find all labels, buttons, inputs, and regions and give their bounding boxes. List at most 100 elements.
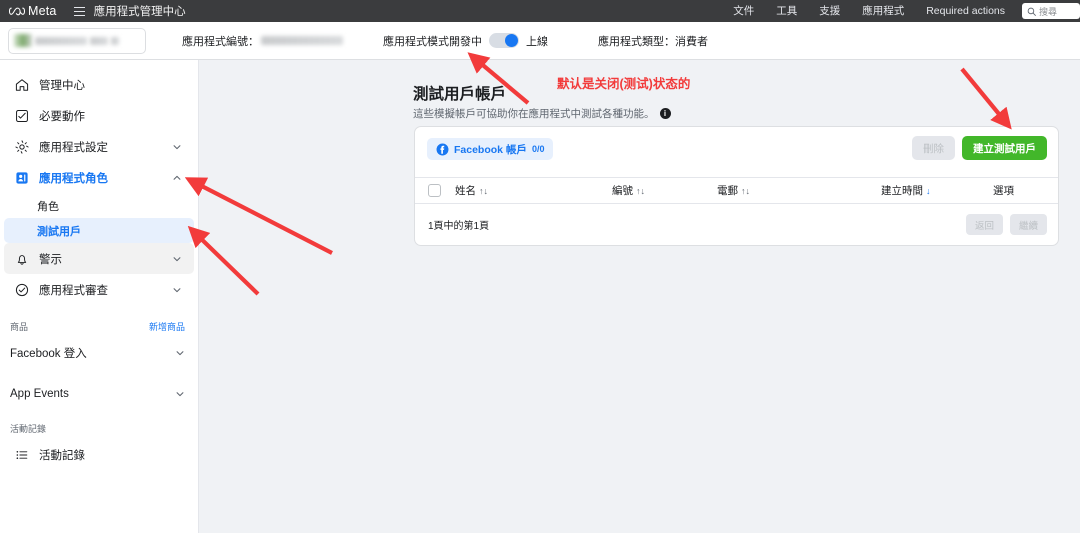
column-header-created[interactable]: 建立時間 ↓ [881,183,931,198]
home-icon [15,78,29,91]
sidebar-label-app-roles: 應用程式角色 [39,172,108,185]
card-footer: 1頁中的第1頁 返回 繼續 [415,204,1058,245]
facebook-icon [436,143,449,155]
previous-page-button[interactable]: 返回 [965,214,1003,235]
sidebar-item-app-roles[interactable]: 應用程式角色 [4,162,194,193]
shield-check-icon [15,283,29,296]
sidebar-item-app-events[interactable]: App Events [0,378,198,410]
column-label-options: 選項 [993,185,1014,197]
gear-icon [15,139,29,154]
sidebar-item-app-settings[interactable]: 應用程式設定 [4,131,194,162]
card-action-buttons: 刪除 建立測試用戶 [912,136,1047,160]
create-test-user-button[interactable]: 建立測試用戶 [962,136,1047,160]
sidebar-item-activity-log[interactable]: 活動記錄 [4,439,194,470]
top-nav-item-docs[interactable]: 文件 [722,0,765,22]
sidebar-subitem-roles[interactable]: 角色 [4,193,194,218]
sidebar-item-facebook-login[interactable]: Facebook 登入 [0,337,198,369]
sidebar-item-app-review[interactable]: 應用程式審查 [4,274,194,305]
app-mode-label: 應用程式模式開發中 [383,35,482,48]
meta-wordmark: Meta [28,4,57,18]
tab-facebook-label: Facebook 帳戶 [454,143,527,156]
hamburger-icon[interactable] [73,6,85,16]
sidebar-subitem-test-users[interactable]: 測試用戶 [4,218,194,243]
app-mode-toggle[interactable] [489,33,519,48]
sort-icon-name: ↑↓ [479,185,488,196]
sidebar-item-required-actions[interactable]: 必要動作 [4,100,194,131]
app-name-redacted [35,36,87,45]
app-mode-live-label: 上線 [526,35,548,48]
checklist-icon [16,109,28,122]
app-roles-icon [16,171,28,184]
app-type-group: 應用程式類型： 消費者 [598,33,708,49]
tab-facebook-accounts[interactable]: Facebook 帳戶 0/0 [427,138,554,160]
app-id-value-redacted [261,36,343,45]
next-page-button[interactable]: 繼續 [1009,214,1047,235]
bell-icon [17,254,27,265]
app-name-redacted-2 [90,36,108,45]
app-name-redacted-3 [111,36,119,45]
chevron-down-icon [173,287,181,292]
page-subtitle-row: 這些模擬帳戶可協助你在應用程式中測試各種功能。 i [413,106,671,121]
card-header: Facebook 帳戶 0/0 刪除 建立測試用戶 [415,127,1058,177]
toggle-knob [505,34,518,47]
top-nav-item-support[interactable]: 支援 [808,0,851,22]
sidebar: 管理中心 必要動作 應用程式設定 應用程式角色 角色 測試用戶 警示 應用程式審… [0,60,199,533]
column-label-created: 建立時間 [881,185,923,197]
sidebar-label-required-actions: 必要動作 [39,110,85,123]
app-type-value: 消費者 [675,35,708,48]
test-users-card: Facebook 帳戶 0/0 刪除 建立測試用戶 姓名 ↑↓ 編號 ↑↓ 電郵… [414,126,1059,246]
products-section-title: 商品 [10,321,29,332]
app-id-label: 應用程式編號： [182,35,259,48]
annotation-note: 默认是关闭(测试)状态的 [557,77,691,91]
app-selector[interactable] [8,27,146,54]
app-id-group: 應用程式編號： [182,33,343,49]
tab-facebook-count: 0/0 [531,144,545,154]
column-label-email: 電郵 [717,185,738,197]
select-all-checkbox[interactable] [428,184,441,197]
column-header-id[interactable]: 編號 ↑↓ [612,183,645,198]
chevron-down-icon [176,351,184,356]
chevron-down-icon [176,392,184,397]
meta-logo[interactable]: Meta [9,4,57,18]
add-product-link[interactable]: 新增商品 [149,320,185,333]
products-section-header: 商品 新增商品 [0,315,198,337]
info-icon[interactable]: i [659,108,671,119]
delete-button[interactable]: 刪除 [912,136,955,160]
page-subtitle: 這些模擬帳戶可協助你在應用程式中測試各種功能。 [413,108,655,120]
app-type-label: 應用程式類型： [598,35,675,48]
table-header-row: 姓名 ↑↓ 編號 ↑↓ 電郵 ↑↓ 建立時間 ↓ 選項 [415,177,1058,204]
top-navigation-bar: Meta 應用程式管理中心 文件 工具 支援 應用程式 Required act… [0,0,1080,22]
activity-section-title: 活動記錄 [10,424,47,434]
page-title: 測試用戶帳戶 [413,86,507,103]
top-search-box[interactable]: 搜尋 [1022,3,1080,19]
sidebar-label-alerts: 警示 [39,253,62,266]
main-content: 測試用戶帳戶 這些模擬帳戶可協助你在應用程式中測試各種功能。 i Faceboo… [199,60,1080,533]
pagination-buttons: 返回 繼續 [965,214,1047,235]
list-icon [16,450,28,459]
column-header-email[interactable]: 電郵 ↑↓ [717,183,750,198]
column-header-options: 選項 [993,183,1014,198]
sort-icon-id: ↑↓ [636,185,645,196]
column-label-id: 編號 [612,185,633,197]
chevron-down-icon [173,256,181,261]
sidebar-label-test-users: 測試用戶 [37,225,81,238]
pagination-text: 1頁中的第1頁 [428,221,490,232]
top-nav-item-apps[interactable]: 應用程式 [851,0,915,22]
chevron-down-icon [173,144,181,149]
sidebar-label-facebook-login: Facebook 登入 [10,348,87,360]
top-nav-item-tools[interactable]: 工具 [765,0,808,22]
meta-infinity-icon [9,7,25,15]
top-search-placeholder: 搜尋 [1039,6,1058,17]
column-header-name[interactable]: 姓名 ↑↓ [455,183,488,198]
sidebar-label-activity-log: 活動記錄 [39,449,85,462]
sidebar-label-dashboard: 管理中心 [39,79,85,92]
app-mode-group: 應用程式模式開發中 上線 [383,33,548,49]
app-context-bar: 應用程式編號： 應用程式模式開發中 上線 應用程式類型： 消費者 [0,22,1080,60]
top-nav-links: 文件 工具 支援 應用程式 Required actions 搜尋 [722,0,1080,22]
sidebar-item-dashboard[interactable]: 管理中心 [4,69,194,100]
chevron-up-icon [173,175,181,180]
screen-root: Meta 應用程式管理中心 文件 工具 支援 應用程式 Required act… [0,0,1080,533]
sidebar-label-app-settings: 應用程式設定 [39,141,108,154]
sidebar-item-alerts[interactable]: 警示 [4,243,194,274]
top-nav-item-required-actions[interactable]: Required actions [915,0,1016,22]
